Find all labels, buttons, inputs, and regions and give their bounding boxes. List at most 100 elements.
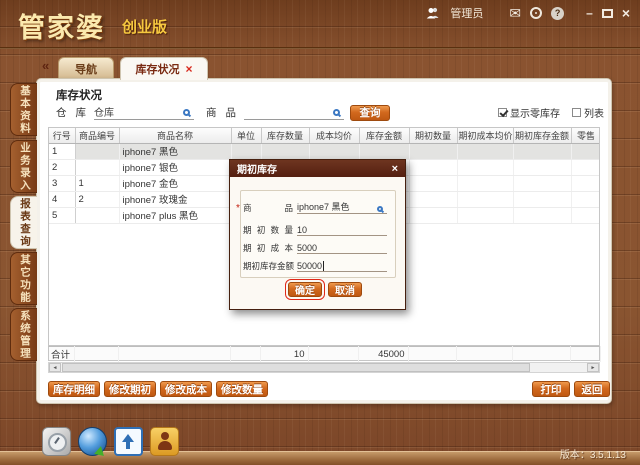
modify-qty-button[interactable]: 修改数量 <box>216 381 268 397</box>
data-backup-icon[interactable] <box>114 427 143 456</box>
stock-detail-button[interactable]: 库存明细 <box>48 381 100 397</box>
search-icon[interactable] <box>377 206 383 212</box>
cell-rowno: 3 <box>49 175 75 191</box>
online-update-globe-icon[interactable] <box>78 427 107 456</box>
cell-code <box>75 207 119 223</box>
weibo-icon[interactable] <box>530 7 542 19</box>
tab-navigation[interactable]: 导航 <box>58 57 114 80</box>
cell-code: 1 <box>75 175 119 191</box>
minimize-button[interactable]: – <box>586 6 593 20</box>
dialog-cost-input[interactable]: 5000 <box>297 241 387 254</box>
user-menu[interactable]: 管理员 <box>450 5 483 21</box>
dashboard-gauge-icon[interactable] <box>42 427 71 456</box>
product-label: 商品 <box>206 105 236 120</box>
scrollbar-thumb[interactable] <box>62 363 530 372</box>
column-header-unit[interactable]: 单位 <box>231 128 261 143</box>
show-zero-stock-label: 显示零库存 <box>510 105 560 120</box>
column-header-qty[interactable]: 库存数量 <box>261 128 309 143</box>
table-row[interactable]: 1 iphone7 黑色 <box>49 143 600 159</box>
list-view-checkbox[interactable] <box>572 108 581 117</box>
dialog-title: 期初库存 <box>237 161 277 176</box>
version-label: 版本：3.5.1.13 <box>560 446 626 461</box>
print-button[interactable]: 打印 <box>532 381 570 397</box>
cell-code <box>75 159 119 175</box>
user-icon <box>426 7 441 19</box>
app-logo-edition: 创业版 <box>122 16 167 37</box>
dock <box>42 427 179 456</box>
header-divider <box>0 47 640 49</box>
sidebar-item-report-query[interactable]: 报表查询 <box>10 196 37 249</box>
cell-rowno: 4 <box>49 191 75 207</box>
opening-stock-dialog: 期初库存 × * 商品 iphone7 黑色 期初数量 10 期初成本 5000… <box>229 159 406 310</box>
cell-code: 2 <box>75 191 119 207</box>
column-header-retail[interactable]: 零售 <box>571 128 600 143</box>
tab-label: 导航 <box>75 61 97 77</box>
dialog-titlebar[interactable]: 期初库存 × <box>230 160 405 177</box>
search-icon[interactable] <box>333 109 340 116</box>
dialog-qty-input[interactable]: 10 <box>297 223 387 236</box>
back-button[interactable]: 返回 <box>574 381 610 397</box>
column-header-avgcost[interactable]: 成本均价 <box>309 128 359 143</box>
product-field-row: * 商品 iphone7 黑色 <box>236 201 383 214</box>
dialog-product-input[interactable]: iphone7 黑色 <box>297 201 387 214</box>
amount-field-row: 期初库存金额 50000 <box>236 259 387 272</box>
total-row: 合计 10 45000 <box>48 346 600 361</box>
scroll-left-icon[interactable]: ◄ <box>49 363 61 372</box>
app-logo: 管家婆 <box>18 6 105 45</box>
tab-label: 库存状况 <box>135 61 179 77</box>
dialog-qty-label: 期初数量 <box>243 224 293 236</box>
cell-name: iphone7 plus 黑色 <box>119 207 231 223</box>
maximize-button[interactable] <box>602 9 613 18</box>
text-cursor <box>323 261 324 271</box>
tab-stock-status[interactable]: 库存状况 × <box>120 57 208 80</box>
column-header-init-qty[interactable]: 期初数量 <box>409 128 457 143</box>
column-header-rowno[interactable]: 行号 <box>49 128 75 143</box>
column-header-code[interactable]: 商品编号 <box>75 128 119 143</box>
total-label: 合计 <box>48 346 74 362</box>
column-header-init-amount[interactable]: 期初库存金额 <box>513 128 571 143</box>
mail-icon[interactable]: ✉ <box>509 6 521 20</box>
horizontal-scrollbar[interactable]: ◄ ► <box>48 362 600 373</box>
product-input[interactable] <box>244 106 344 120</box>
list-view-label: 列表 <box>584 105 604 120</box>
query-button[interactable]: 查询 <box>350 105 390 121</box>
table-header-row: 行号 商品编号 商品名称 单位 库存数量 成本均价 库存金额 期初数量 期初成本… <box>49 128 600 143</box>
dialog-close-icon[interactable]: × <box>392 163 398 175</box>
cell-rowno: 1 <box>49 143 75 159</box>
column-header-amount[interactable]: 库存金额 <box>359 128 409 143</box>
display-options: 显示零库存 列表 <box>498 105 604 120</box>
dialog-cost-label: 期初成本 <box>243 242 293 254</box>
dialog-amount-label: 期初库存金额 <box>243 260 293 272</box>
scroll-right-icon[interactable]: ► <box>587 363 599 372</box>
tab-collapse-icon[interactable]: « <box>42 58 49 73</box>
required-asterisk: * <box>236 203 241 214</box>
dialog-amount-input[interactable]: 50000 <box>297 259 387 272</box>
warehouse-label: 仓库 <box>56 105 86 120</box>
user-manager-icon[interactable] <box>150 427 179 456</box>
modify-cost-button[interactable]: 修改成本 <box>160 381 212 397</box>
sidebar-item-system-management[interactable]: 系统管理 <box>10 308 37 361</box>
cell-name: iphone7 银色 <box>119 159 231 175</box>
sidebar-item-basic-data[interactable]: 基本资料 <box>10 83 37 136</box>
cell-rowno: 5 <box>49 207 75 223</box>
total-amount: 45000 <box>358 346 408 362</box>
warehouse-input[interactable]: 仓库 <box>94 106 194 120</box>
sidebar-item-business-entry[interactable]: 业务录入 <box>10 140 37 193</box>
cell-name: iphone7 金色 <box>119 175 231 191</box>
sidebar-item-other-functions[interactable]: 其它功能 <box>10 252 37 305</box>
close-button[interactable]: × <box>622 6 630 20</box>
column-header-name[interactable]: 商品名称 <box>119 128 231 143</box>
column-header-init-avgcost[interactable]: 期初成本均价 <box>457 128 513 143</box>
help-icon[interactable]: ? <box>551 7 564 20</box>
cell-rowno: 2 <box>49 159 75 175</box>
cancel-button[interactable]: 取消 <box>328 282 362 297</box>
filter-bar: 仓库 仓库 商品 查询 <box>56 104 390 121</box>
ok-button[interactable]: 确定 <box>288 282 322 297</box>
qty-field-row: 期初数量 10 <box>236 223 387 236</box>
modify-opening-button[interactable]: 修改期初 <box>104 381 156 397</box>
search-icon[interactable] <box>183 109 190 116</box>
show-zero-stock-checkbox[interactable] <box>498 108 507 117</box>
tab-close-icon[interactable]: × <box>185 62 192 76</box>
cost-field-row: 期初成本 5000 <box>236 241 387 254</box>
total-qty: 10 <box>260 346 308 362</box>
